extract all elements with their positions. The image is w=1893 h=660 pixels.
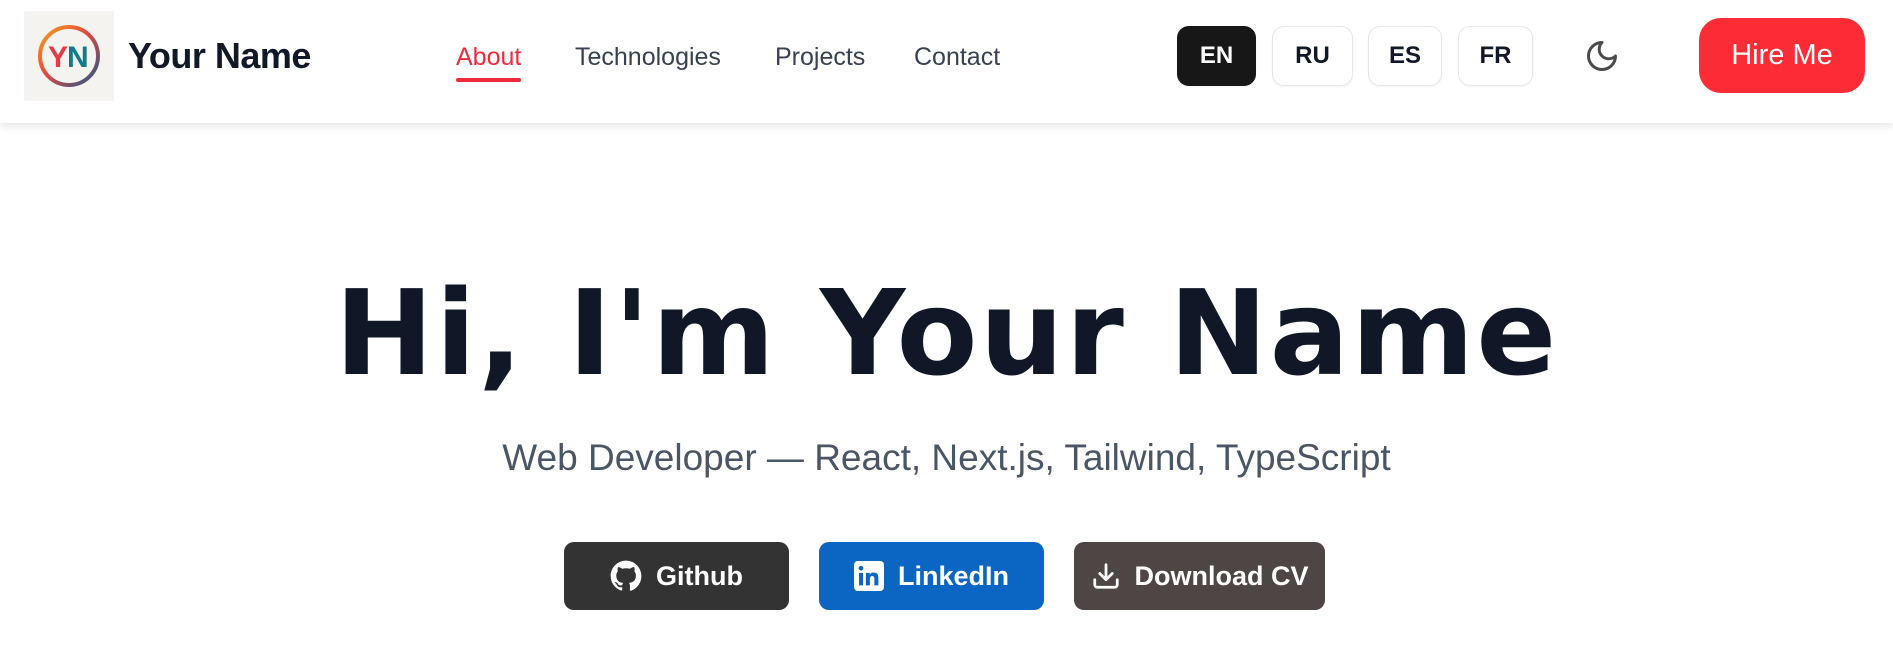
hero-title: Hi, I'm Your Name <box>334 264 1559 402</box>
download-cv-button-label: Download CV <box>1134 560 1309 591</box>
nav-technologies[interactable]: Technologies <box>575 40 721 74</box>
linkedin-button-label: LinkedIn <box>897 560 1009 591</box>
hire-me-button[interactable]: Hire Me <box>1699 18 1865 93</box>
nav-active-underline <box>456 78 522 82</box>
download-icon <box>1091 561 1121 591</box>
nav-contact[interactable]: Contact <box>914 40 1000 74</box>
moon-icon <box>1587 41 1617 71</box>
lang-fr-button[interactable]: FR <box>1458 26 1533 86</box>
github-button-label: Github <box>656 560 743 591</box>
theme-toggle-button[interactable] <box>1582 36 1622 76</box>
logo-initial-n: N <box>67 41 89 74</box>
logo[interactable]: Y N <box>24 11 114 101</box>
logo-initial-y: Y <box>48 41 68 74</box>
site-header: Y N Your Name About Technologies Project… <box>0 0 1893 123</box>
logo-mark: Y N <box>38 25 100 87</box>
nav-about[interactable]: About <box>456 40 522 82</box>
lang-es-button[interactable]: ES <box>1368 26 1442 86</box>
nav-about-label: About <box>456 43 522 71</box>
lang-ru-button[interactable]: RU <box>1272 26 1353 86</box>
linkedin-icon <box>853 561 884 591</box>
nav-projects[interactable]: Projects <box>775 40 865 74</box>
linkedin-button[interactable]: LinkedIn <box>819 542 1044 610</box>
github-icon <box>610 560 642 592</box>
download-cv-button[interactable]: Download CV <box>1074 542 1325 610</box>
lang-en-button[interactable]: EN <box>1177 26 1256 86</box>
brand-name[interactable]: Your Name <box>128 34 311 78</box>
github-button[interactable]: Github <box>564 542 789 610</box>
hero-subtitle: Web Developer — React, Next.js, Tailwind… <box>502 437 1391 478</box>
